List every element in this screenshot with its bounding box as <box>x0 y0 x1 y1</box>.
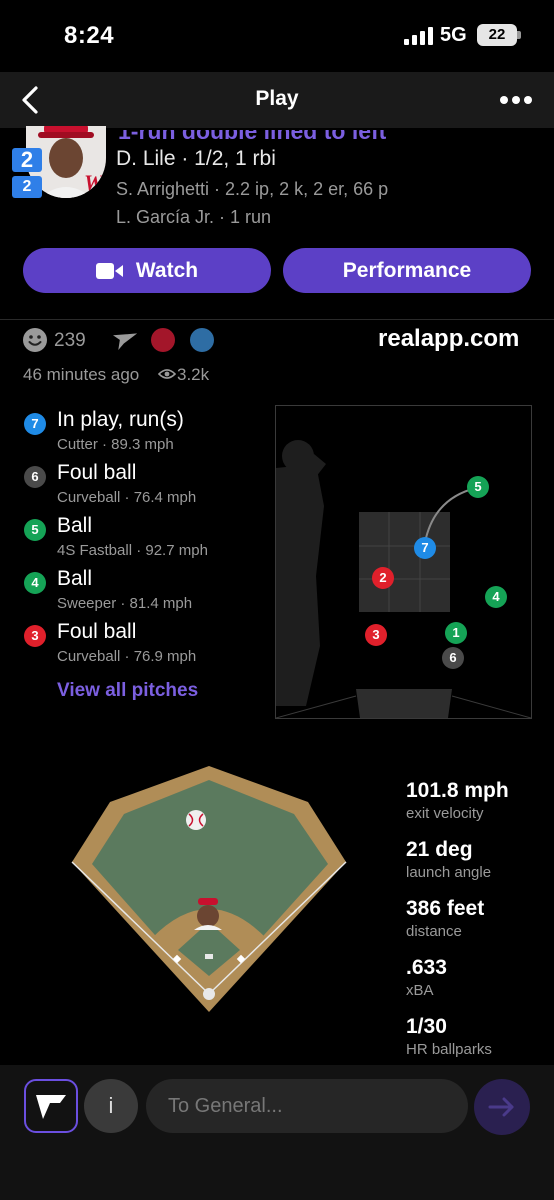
signal-icon <box>404 27 433 45</box>
message-input[interactable] <box>146 1079 468 1133</box>
xba-label: xBA <box>406 982 434 999</box>
batter-line: D. Lile · 1/2, 1 rbi <box>116 147 276 170</box>
pitch-item[interactable]: 4 Ball Sweeper · 81.4 mph <box>24 567 254 619</box>
battery-icon: 22 <box>477 24 517 46</box>
zone-pitch-marker[interactable]: 7 <box>414 537 436 559</box>
nav-bar: Play <box>0 72 554 128</box>
eye-icon <box>158 369 176 379</box>
view-all-pitches-link[interactable]: View all pitches <box>57 680 198 702</box>
pitch-item[interactable]: 3 Foul ball Curveball · 76.9 mph <box>24 620 254 672</box>
page-title: Play <box>255 87 299 110</box>
score-top: 2 <box>12 148 42 172</box>
battery-tip <box>517 31 521 39</box>
pitch-result: Foul ball <box>57 620 137 643</box>
exit-velocity-value: 101.8 mph <box>406 779 509 802</box>
pitch-number: 5 <box>24 519 46 541</box>
launch-angle-value: 21 deg <box>406 838 473 861</box>
performance-label: Performance <box>342 258 472 282</box>
pitch-detail: Curveball · 76.9 mph <box>57 648 197 665</box>
team-color-dot-blue[interactable] <box>190 328 214 352</box>
watch-label: Watch <box>135 258 199 282</box>
zone-pitch-marker[interactable]: 6 <box>442 647 464 669</box>
pitch-detail: Cutter · 89.3 mph <box>57 436 174 453</box>
send-button[interactable] <box>474 1079 530 1135</box>
hr-ballparks-label: HR ballparks <box>406 1041 492 1058</box>
pitch-detail: 4S Fastball · 92.7 mph <box>57 542 208 559</box>
distance-label: distance <box>406 923 462 940</box>
zone-pitch-marker[interactable]: 5 <box>467 476 489 498</box>
more-options-icon[interactable] <box>496 88 536 112</box>
site-label[interactable]: realapp.com <box>378 325 519 353</box>
score-bottom: 2 <box>12 176 42 198</box>
pitch-result: Ball <box>57 514 93 537</box>
send-arrow-icon <box>488 1097 514 1117</box>
zone-pitch-marker[interactable]: 3 <box>365 624 387 646</box>
pitch-result: In play, run(s) <box>57 408 184 431</box>
app-logo-icon <box>36 1095 66 1119</box>
airplane-icon[interactable] <box>109 326 137 354</box>
pitch-item[interactable]: 7 In play, run(s) Cutter · 89.3 mph <box>24 408 254 460</box>
strike-zone-panel[interactable]: 5 7 2 4 3 1 6 <box>275 405 532 719</box>
zone-pitch-marker[interactable]: 2 <box>372 567 394 589</box>
pitch-result: Ball <box>57 567 93 590</box>
info-button[interactable]: i <box>84 1079 138 1133</box>
svg-text:W: W <box>84 170 105 195</box>
pitch-detail: Sweeper · 81.4 mph <box>57 595 193 612</box>
score-badge: 2 2 <box>12 148 42 200</box>
zone-pitch-marker[interactable]: 4 <box>485 586 507 608</box>
pitch-item[interactable]: 6 Foul ball Curveball · 76.4 mph <box>24 461 254 513</box>
launch-angle-label: launch angle <box>406 864 492 881</box>
time-ago: 46 minutes ago <box>23 365 140 384</box>
pitch-result: Foul ball <box>57 461 137 484</box>
pitch-number: 3 <box>24 625 46 647</box>
watch-button[interactable]: Watch <box>23 248 271 293</box>
performance-button[interactable]: Performance <box>283 248 531 293</box>
pitch-number: 7 <box>24 413 46 435</box>
team-color-dot-red[interactable] <box>151 328 175 352</box>
pitch-number: 4 <box>24 572 46 594</box>
distance-value: 386 feet <box>406 897 485 920</box>
pitch-detail: Curveball · 76.4 mph <box>57 489 197 506</box>
view-count: 3.2k <box>177 365 210 384</box>
reaction-count: 239 <box>54 330 86 351</box>
smiley-reaction-icon[interactable] <box>22 327 48 353</box>
status-bar: 8:24 5G 22 <box>0 0 554 72</box>
runner-line: L. García Jr. · 1 run <box>116 207 272 227</box>
field-diagram[interactable] <box>70 762 348 1024</box>
xba-value: .633 <box>406 956 447 979</box>
zone-pitch-marker[interactable]: 1 <box>445 622 467 644</box>
pitcher-line: S. Arrighetti · 2.2 ip, 2 k, 2 er, 66 p <box>116 179 389 199</box>
divider <box>0 319 554 320</box>
video-camera-icon <box>95 262 123 279</box>
pitch-item[interactable]: 5 Ball 4S Fastball · 92.7 mph <box>24 514 254 566</box>
hr-ballparks-value: 1/30 <box>406 1015 447 1038</box>
batter-silhouette <box>276 440 531 718</box>
app-logo-button[interactable] <box>24 1079 78 1133</box>
network-label: 5G <box>440 24 467 46</box>
pitch-number: 6 <box>24 466 46 488</box>
exit-velocity-label: exit velocity <box>406 805 484 822</box>
status-time: 8:24 <box>64 22 115 49</box>
